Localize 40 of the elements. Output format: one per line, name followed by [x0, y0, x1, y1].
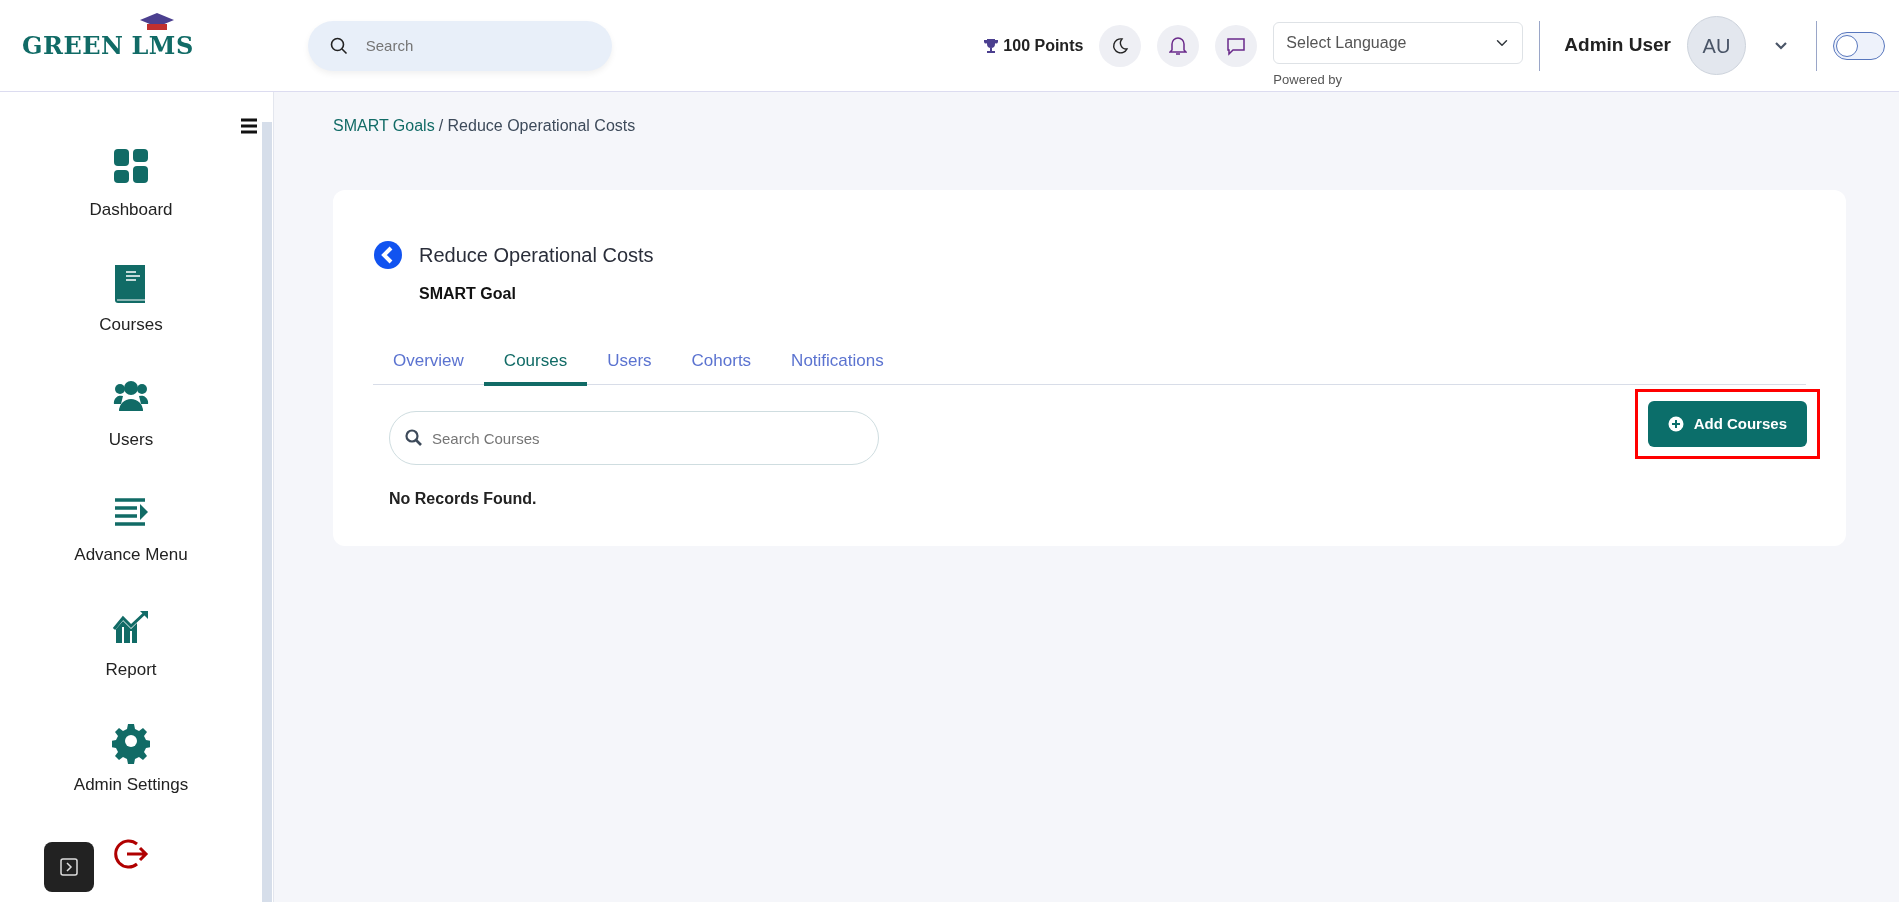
add-courses-button[interactable]: Add Courses	[1647, 401, 1807, 447]
sidebar-item[interactable]: Advance Menu	[0, 491, 262, 606]
toggle-switch[interactable]	[1833, 31, 1885, 60]
goal-title: Reduce Operational Costs	[419, 243, 654, 268]
chevron-right-icon	[59, 857, 79, 877]
sidebar-item[interactable]: Report	[0, 606, 262, 721]
moon-icon	[1111, 36, 1130, 55]
points-text: 100 Points	[1003, 35, 1084, 56]
breadcrumb-current: / Reduce Operational Costs	[438, 116, 636, 136]
back-icon[interactable]	[373, 240, 403, 270]
powered-by-text: Powered by	[1273, 70, 1343, 89]
graduation-cap-icon	[139, 11, 176, 32]
sidebar-item[interactable]: Dashboard	[0, 146, 262, 261]
search-field[interactable]: Search	[307, 20, 612, 71]
tab[interactable]: Cohorts	[671, 342, 772, 386]
tab[interactable]: Notifications	[771, 342, 904, 386]
goal-subtitle: SMART Goal	[419, 284, 517, 304]
expand-button[interactable]	[44, 842, 94, 892]
tab[interactable]: Overview	[373, 342, 484, 386]
logo-text: GREEN	[22, 29, 124, 62]
sidebar-item[interactable]: Admin Settings	[0, 721, 262, 836]
tab[interactable]: Users	[587, 342, 672, 386]
avatar[interactable]: AU	[1687, 16, 1746, 75]
logo-text: LMS	[131, 27, 194, 64]
language-select[interactable]: Select Language	[1273, 21, 1524, 64]
tab[interactable]: Courses	[483, 342, 588, 386]
scrollbar[interactable]	[262, 122, 272, 902]
trophy-icon	[983, 37, 1000, 54]
menu-icon[interactable]	[240, 118, 258, 134]
chevron-down-icon[interactable]	[1774, 40, 1788, 51]
plus-circle-icon	[1667, 416, 1684, 432]
sidebar-item[interactable]: Users	[0, 376, 262, 491]
breadcrumb-link[interactable]: SMART Goals	[333, 114, 435, 138]
course-search-field[interactable]: Search Courses	[389, 411, 879, 465]
bell-icon	[1169, 35, 1188, 56]
empty-state-text: No Records Found.	[389, 489, 538, 509]
settings-icon	[112, 722, 150, 766]
user-name: Admin User	[1564, 33, 1671, 58]
chat-icon	[1226, 35, 1247, 56]
sidebar-item[interactable]: Courses	[0, 261, 262, 376]
